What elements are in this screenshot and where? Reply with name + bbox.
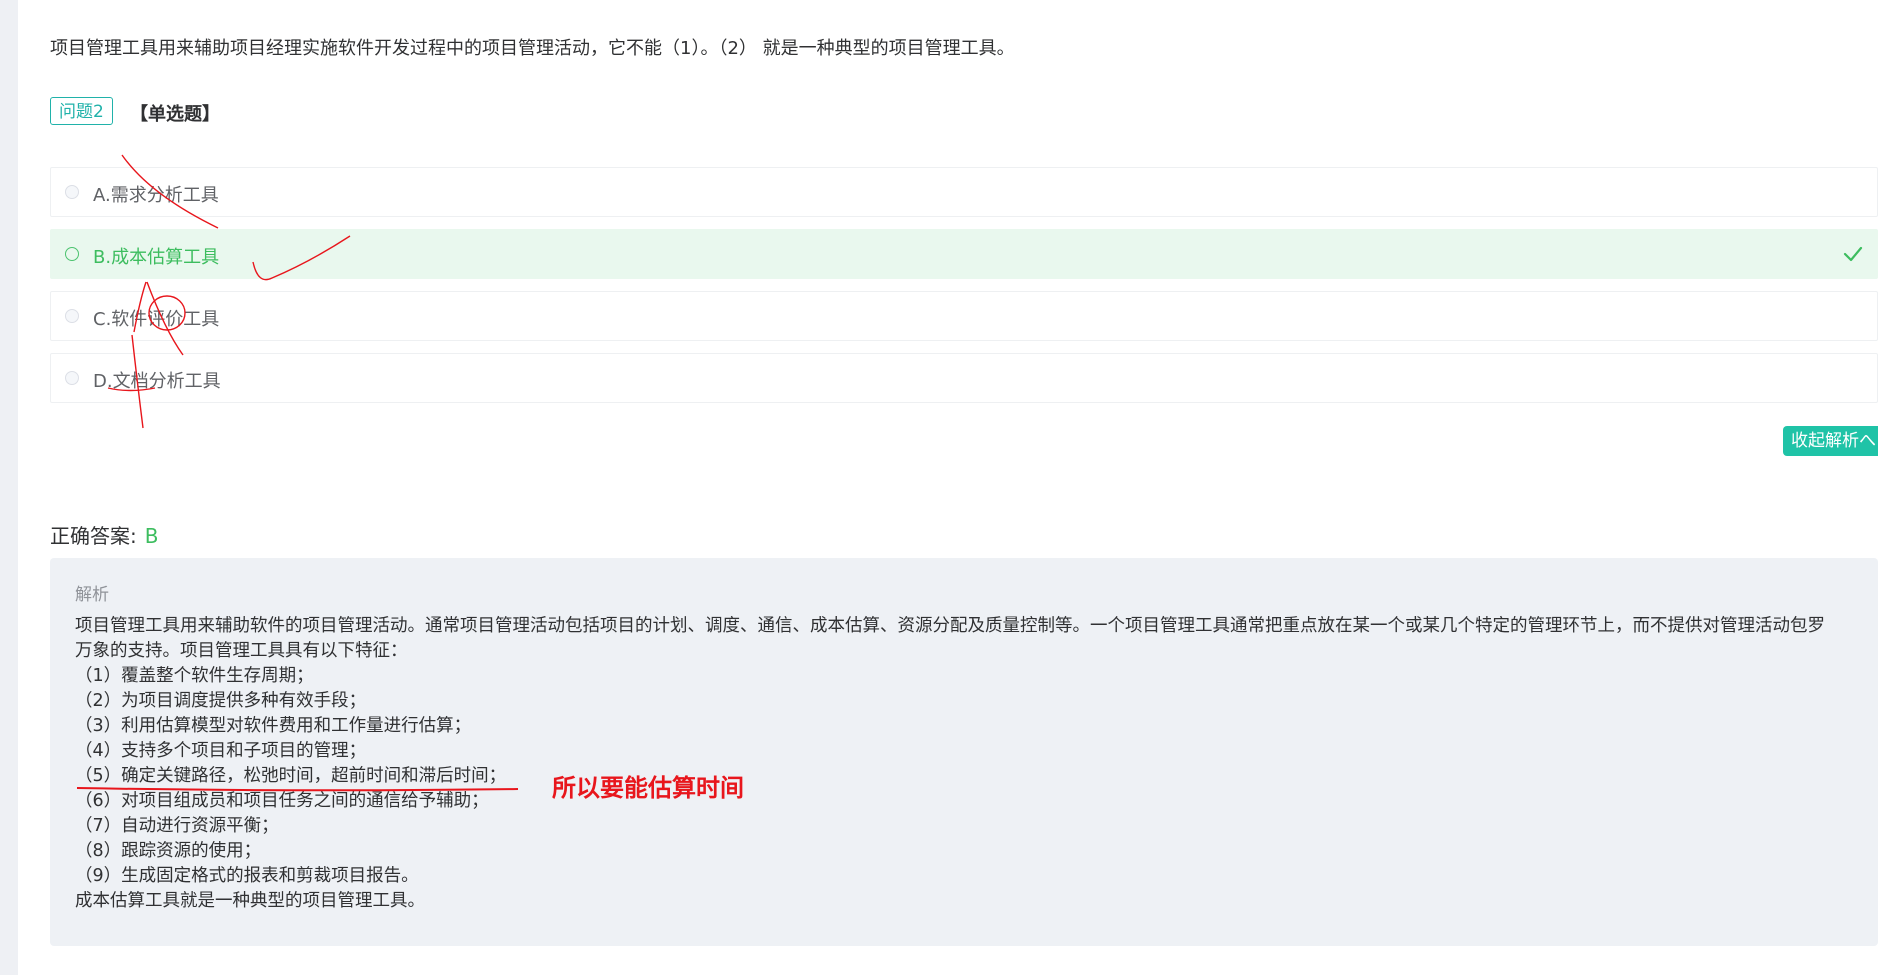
option-a[interactable]: A.需求分析工具 — [50, 167, 1878, 217]
handwritten-annotation-note: 所以要能估算时间 — [552, 774, 744, 802]
question-number-tag: 问题2 — [50, 97, 113, 125]
analysis-line: （1）覆盖整个软件生存周期； — [75, 666, 314, 686]
radio-icon[interactable] — [65, 185, 79, 199]
analysis-panel: 解析 项目管理工具用来辅助软件的项目管理活动。通常项目管理活动包括项目的计划、调… — [50, 558, 1878, 946]
analysis-line: 万象的支持。项目管理工具具有以下特征： — [75, 641, 408, 661]
correct-answer-label: 正确答案: — [50, 524, 137, 548]
analysis-line: （7）自动进行资源平衡； — [75, 816, 279, 836]
question-type-label: 【单选题】 — [130, 104, 220, 125]
analysis-line: （6）对项目组成员和项目任务之间的通信给予辅助； — [75, 791, 489, 811]
radio-icon[interactable] — [65, 247, 79, 261]
option-label: C.软件评价工具 — [93, 309, 220, 330]
option-label: A.需求分析工具 — [93, 185, 219, 206]
option-b[interactable]: B.成本估算工具 — [50, 229, 1878, 279]
analysis-line: （2）为项目调度提供多种有效手段； — [75, 691, 367, 711]
analysis-body: 项目管理工具用来辅助软件的项目管理活动。通常项目管理活动包括项目的计划、调度、通… — [75, 614, 1875, 914]
analysis-line: （8）跟踪资源的使用； — [75, 841, 262, 861]
option-label: B.成本估算工具 — [93, 247, 220, 268]
radio-icon[interactable] — [65, 309, 79, 323]
check-icon — [1843, 246, 1863, 262]
analysis-line: （9）生成固定格式的报表和剪裁项目报告。 — [75, 866, 419, 886]
question-stem: 项目管理工具用来辅助项目经理实施软件开发过程中的项目管理活动，它不能（1）。（2… — [50, 38, 1015, 59]
correct-answer: 正确答案: B — [50, 520, 158, 549]
question-page: 项目管理工具用来辅助项目经理实施软件开发过程中的项目管理活动，它不能（1）。（2… — [0, 0, 1878, 975]
analysis-line: （5）确定关键路径，松弛时间，超前时间和滞后时间； — [75, 766, 507, 786]
correct-answer-value: B — [144, 524, 159, 548]
option-label: D.文档分析工具 — [93, 371, 221, 392]
radio-icon[interactable] — [65, 371, 79, 385]
analysis-line: （3）利用估算模型对软件费用和工作量进行估算； — [75, 716, 472, 736]
option-c[interactable]: C.软件评价工具 — [50, 291, 1878, 341]
analysis-title: 解析 — [75, 585, 109, 605]
collapse-analysis-button[interactable]: 收起解析へ — [1783, 426, 1878, 456]
left-sidebar-strip — [0, 0, 18, 975]
analysis-line: 成本估算工具就是一种典型的项目管理工具。 — [75, 891, 425, 911]
analysis-line: （4）支持多个项目和子项目的管理； — [75, 741, 367, 761]
option-d[interactable]: D.文档分析工具 — [50, 353, 1878, 403]
analysis-line: 项目管理工具用来辅助软件的项目管理活动。通常项目管理活动包括项目的计划、调度、通… — [75, 616, 1825, 636]
